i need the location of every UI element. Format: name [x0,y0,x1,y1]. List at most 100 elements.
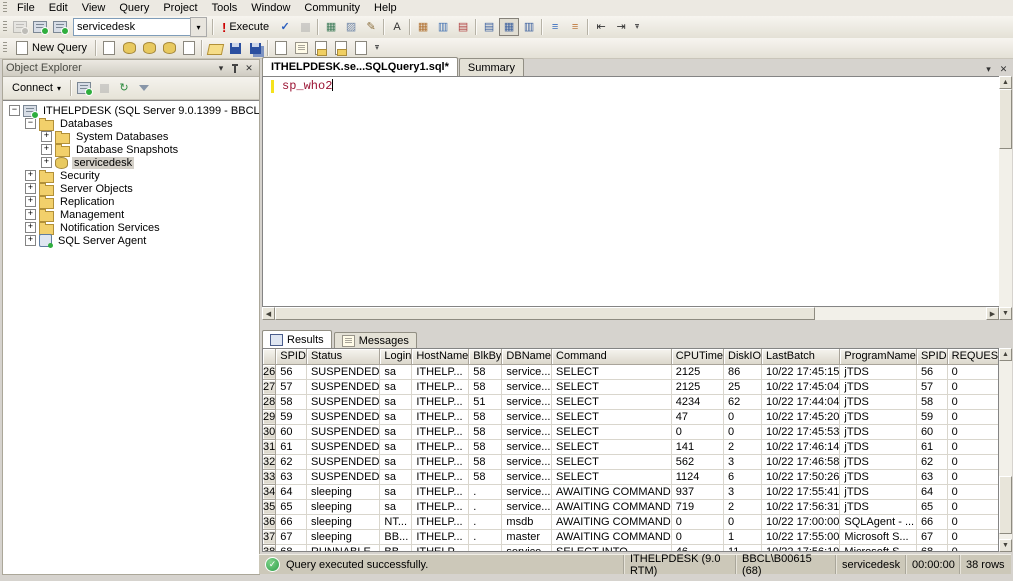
cell-lastbatch[interactable]: 10/22 17:45:53 [762,424,840,439]
new-analysis-xmla-query-icon[interactable] [159,39,179,57]
cell-login[interactable]: sa [380,394,412,409]
tree-item-database-snapshots[interactable]: +Database Snapshots [3,143,259,156]
cell-dbname[interactable]: service... [502,454,552,469]
cell-cputime[interactable]: 937 [671,484,723,499]
scroll-right-icon[interactable]: ▶ [986,307,999,320]
expand-icon[interactable]: + [25,209,36,220]
cell-cputime[interactable]: 1124 [671,469,723,484]
display-estimated-plan-icon[interactable]: ▦ [321,18,341,36]
tab-results[interactable]: Results [262,330,332,348]
specify-template-values-icon[interactable]: A [387,18,407,36]
cell-blkby[interactable]: 51 [469,394,502,409]
cell-spid[interactable]: 58 [276,394,307,409]
cell-cputime[interactable]: 719 [671,499,723,514]
cell-diskio[interactable]: 6 [724,469,762,484]
cell-programname[interactable]: jTDS [840,499,917,514]
editor-vertical-scrollbar[interactable]: ▲ ▼ [999,76,1012,320]
refresh-icon[interactable]: ↻ [114,79,134,97]
expand-icon[interactable]: + [25,222,36,233]
include-client-statistics-icon[interactable]: ▥ [433,18,453,36]
row-header[interactable]: 35 [263,499,276,514]
close-document-icon[interactable]: ✕ [996,62,1011,76]
cell-spid[interactable]: 59 [916,409,947,424]
cell-dbname[interactable]: service... [502,484,552,499]
cell-login[interactable]: BB... [380,544,412,552]
cell-command[interactable]: SELECT INTO [552,544,672,552]
column-header-requestid[interactable]: REQUESTID [947,349,999,364]
cell-spid[interactable]: 68 [916,544,947,552]
row-header[interactable]: 38 [263,544,276,552]
row-header[interactable]: 34 [263,484,276,499]
properties-window-icon[interactable] [351,39,371,57]
cell-diskio[interactable]: 3 [724,454,762,469]
menu-view[interactable]: View [75,1,113,15]
cell-status[interactable]: sleeping [306,529,379,544]
cell-spid[interactable]: 60 [276,424,307,439]
query-text[interactable]: sp_who2 [282,79,333,93]
cell-dbname[interactable]: service... [502,424,552,439]
database-selector-dropdown-icon[interactable]: ▾ [190,17,207,37]
cell-status[interactable]: SUSPENDED [306,409,379,424]
column-header-status[interactable]: Status [306,349,379,364]
cell-blkby[interactable]: 58 [469,454,502,469]
cell-cputime[interactable]: 141 [671,439,723,454]
cell-login[interactable]: NT... [380,514,412,529]
cell-programname[interactable]: jTDS [840,484,917,499]
cell-hostname[interactable]: ITHELP... [412,469,469,484]
increase-indent-icon[interactable]: ⇥ [611,18,631,36]
cell-status[interactable]: sleeping [306,514,379,529]
cell-cputime[interactable]: 4234 [671,394,723,409]
cell-requestid[interactable]: 0 [947,469,999,484]
decrease-indent-icon[interactable]: ⇤ [591,18,611,36]
registered-servers-icon[interactable] [271,39,291,57]
collapse-icon[interactable]: − [9,105,20,116]
cell-status[interactable]: SUSPENDED [306,469,379,484]
tree-item-security[interactable]: +Security [3,169,259,182]
tab-summary[interactable]: Summary [459,58,524,76]
cell-diskio[interactable]: 86 [724,364,762,379]
cell-dbname[interactable]: service... [502,544,552,552]
cell-command[interactable]: SELECT [552,409,672,424]
menu-edit[interactable]: Edit [42,1,75,15]
toolbar-grip[interactable] [3,21,7,33]
cell-cputime[interactable]: 0 [671,529,723,544]
cell-spid[interactable]: 56 [916,364,947,379]
column-header-programname[interactable]: ProgramName [840,349,917,364]
row-header[interactable]: 29 [263,409,276,424]
cell-spid[interactable]: 58 [916,394,947,409]
cell-requestid[interactable]: 0 [947,409,999,424]
comment-selection-icon[interactable]: ≡ [545,18,565,36]
menu-tools[interactable]: Tools [205,1,245,15]
cell-spid[interactable]: 62 [916,454,947,469]
cell-spid[interactable]: 63 [276,469,307,484]
row-header[interactable]: 32 [263,454,276,469]
scroll-up-icon[interactable]: ▲ [999,348,1012,361]
cell-programname[interactable]: jTDS [840,454,917,469]
pin-icon[interactable] [228,62,242,75]
cell-spid[interactable]: 57 [916,379,947,394]
cell-status[interactable]: RUNNABLE [306,544,379,552]
cell-programname[interactable]: jTDS [840,469,917,484]
cell-hostname[interactable]: ITHELP... [412,364,469,379]
design-query-icon[interactable]: ✎ [361,18,381,36]
cell-blkby[interactable]: 58 [469,439,502,454]
column-header-blkby[interactable]: BlkBy [469,349,502,364]
cell-lastbatch[interactable]: 10/22 17:56:19 [762,544,840,552]
cell-programname[interactable]: jTDS [840,424,917,439]
tree-item-system-databases[interactable]: +System Databases [3,130,259,143]
cell-blkby[interactable]: 58 [469,469,502,484]
cell-cputime[interactable]: 46 [671,544,723,552]
scrollbar-thumb[interactable] [999,476,1012,534]
toolbar-overflow-icon[interactable]: ▾ [372,45,382,51]
cell-lastbatch[interactable]: 10/22 17:56:31 [762,499,840,514]
cell-dbname[interactable]: service... [502,469,552,484]
stop-icon[interactable] [94,79,114,97]
cell-requestid[interactable]: 0 [947,424,999,439]
cell-command[interactable]: SELECT [552,454,672,469]
menu-window[interactable]: Window [244,1,297,15]
cell-spid[interactable]: 59 [276,409,307,424]
cell-hostname[interactable]: ITHELP... [412,499,469,514]
expand-icon[interactable]: + [25,170,36,181]
cell-hostname[interactable]: ITHELP... [412,394,469,409]
tree-item-notification-services[interactable]: +Notification Services [3,221,259,234]
